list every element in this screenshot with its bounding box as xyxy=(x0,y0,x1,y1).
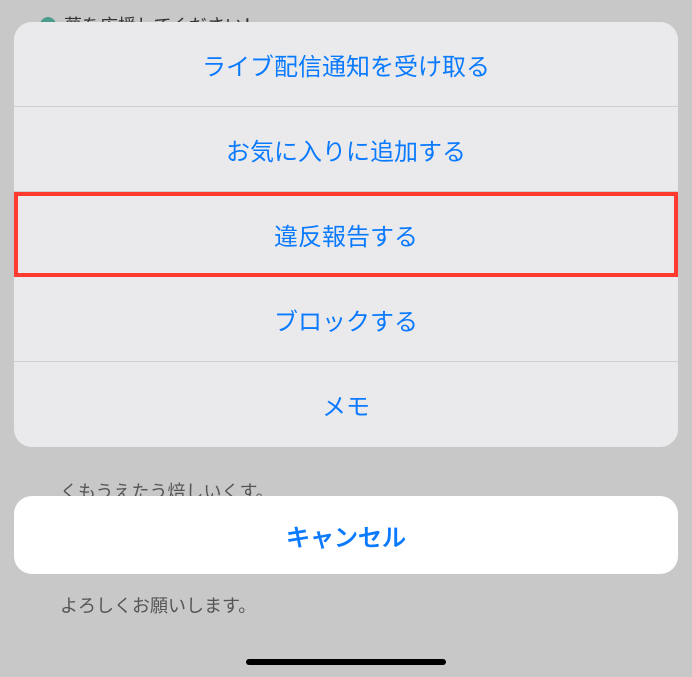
cancel-button[interactable]: キャンセル xyxy=(14,496,678,574)
cancel-button-label: キャンセル xyxy=(286,518,406,553)
menu-item-label: メモ xyxy=(322,387,370,422)
menu-item-memo[interactable]: メモ xyxy=(14,362,678,447)
background-text-bottom: よろしくお願いします。 xyxy=(60,592,256,618)
menu-item-label: ブロックする xyxy=(274,302,418,337)
menu-item-label: ライブ配信通知を受け取る xyxy=(202,47,490,82)
menu-item-add-favorite[interactable]: お気に入りに追加する xyxy=(14,107,678,192)
action-sheet: ライブ配信通知を受け取る お気に入りに追加する 違反報告する ブロックする メモ xyxy=(14,22,678,447)
menu-item-label: 違反報告する xyxy=(274,217,418,252)
menu-item-block[interactable]: ブロックする xyxy=(14,277,678,362)
menu-item-report-violation[interactable]: 違反報告する xyxy=(14,192,678,277)
menu-item-label: お気に入りに追加する xyxy=(226,132,466,167)
home-indicator xyxy=(246,659,446,665)
menu-item-live-notification[interactable]: ライブ配信通知を受け取る xyxy=(14,22,678,107)
